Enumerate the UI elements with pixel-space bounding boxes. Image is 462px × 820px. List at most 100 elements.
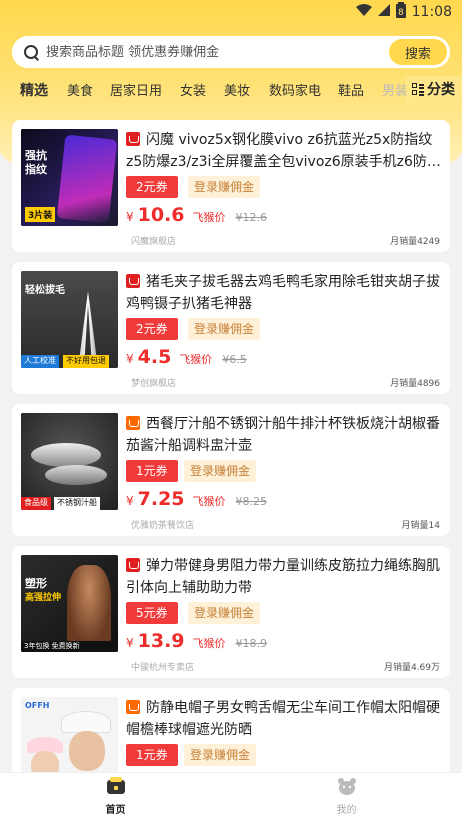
tmall-icon	[126, 274, 140, 288]
thumb-badge: 3年包换 免费换新	[21, 641, 118, 652]
product-title: 弹力带健身男阻力带力量训练皮筋拉力绳练胸肌引体向上辅助助力带	[126, 555, 444, 599]
tab-featured[interactable]: 精选	[20, 80, 48, 100]
profile-icon	[337, 777, 357, 798]
thumb-text: 塑形	[25, 577, 47, 590]
price: 10.6	[137, 204, 185, 226]
price: 13.9	[137, 630, 185, 652]
login-earn-button[interactable]: 登录赚佣金	[188, 318, 261, 340]
taobao-icon	[126, 416, 140, 430]
price-label: 飞猴价	[192, 637, 226, 650]
shop-name: 优雅奶茶餐饮店	[131, 521, 195, 531]
coupon-badge[interactable]: 1元券	[126, 744, 178, 766]
category-button[interactable]: 分类	[406, 76, 462, 102]
login-earn-button[interactable]: 登录赚佣金	[188, 176, 261, 198]
product-title-text: 猪毛夹子拔毛器去鸡毛鸭毛家用除毛钳夹胡子拔鸡鸭镊子扒猪毛神器	[126, 274, 440, 312]
product-card[interactable]: 塑形 高强拉伸 3年包换 免费换新 弹力带健身男阻力带力量训练皮筋拉力绳练胸肌引…	[12, 546, 450, 678]
price-label: 飞猴价	[192, 211, 226, 224]
monthly-sales: 月销量4896	[390, 379, 440, 389]
monthly-sales: 月销量14	[401, 521, 440, 531]
coupon-badge[interactable]: 5元券	[126, 602, 178, 624]
login-earn-button[interactable]: 登录赚佣金	[184, 460, 257, 482]
currency-symbol: ¥	[126, 494, 134, 508]
tab-electronics[interactable]: 数码家电	[269, 80, 321, 99]
thumb-badge: 人工校准	[21, 355, 59, 368]
taobao-icon	[126, 700, 140, 714]
currency-symbol: ¥	[126, 636, 134, 650]
thumb-text: 指纹	[25, 163, 47, 176]
shop-name: 中骏杭州专卖店	[131, 663, 195, 673]
battery-icon: 8	[395, 2, 406, 22]
monthly-sales: 月销量4249	[390, 237, 440, 247]
original-price: ¥18.9	[235, 637, 268, 650]
product-image: 塑形 高强拉伸 3年包换 免费换新	[21, 555, 118, 652]
price-row: ¥ 10.6 飞猴价 ¥12.6	[126, 204, 267, 228]
clock: 11:08	[411, 4, 452, 20]
product-image: 强抗 指纹 3片装	[21, 129, 118, 226]
tab-shoes[interactable]: 鞋品	[338, 80, 364, 99]
thumb-text: 强抗	[25, 149, 47, 162]
coupon-badge[interactable]: 1元券	[126, 460, 178, 482]
tab-womens-clothing[interactable]: 女装	[180, 80, 206, 99]
price-label: 飞猴价	[192, 495, 226, 508]
thumb-badge: 食品级	[21, 497, 51, 510]
signal-icon	[377, 4, 390, 20]
product-title: 西餐厅汁船不锈钢汁船牛排汁杯铁板烧汁胡椒番茄酱汁船调料盅汁壶	[126, 413, 444, 457]
category-label: 分类	[427, 82, 455, 98]
product-image: 轻松拔毛 人工校准 不好用包退	[21, 271, 118, 368]
nav-home-label: 首页	[105, 805, 126, 816]
product-title: 猪毛夹子拔毛器去鸡毛鸭毛家用除毛钳夹胡子拔鸡鸭镊子扒猪毛神器	[126, 271, 444, 315]
price-row: ¥ 4.5 飞猴价 ¥6.5	[126, 346, 247, 370]
product-title-text: 防静电帽子男女鸭舌帽无尘车间工作帽太阳帽硬帽檐棒球帽遮光防晒	[126, 700, 440, 738]
price: 4.5	[137, 346, 172, 368]
thumb-text: 轻松拔毛	[25, 285, 65, 296]
price-row: ¥ 13.9 飞猴价 ¥18.9	[126, 630, 267, 654]
wifi-icon	[355, 4, 372, 20]
tab-mens-clothing[interactable]: 男装	[382, 80, 408, 99]
price: 7.25	[137, 488, 185, 510]
price-label: 飞猴价	[179, 353, 213, 366]
product-title-text: 西餐厅汁船不锈钢汁船牛排汁杯铁板烧汁胡椒番茄酱汁船调料盅汁壶	[126, 416, 440, 454]
thumb-badge: 不锈钢汁船	[54, 497, 100, 510]
product-image: 食品级 不锈钢汁船	[21, 413, 118, 510]
grid-icon	[412, 83, 424, 96]
battery-level: 8	[398, 8, 404, 18]
search-button[interactable]: 搜索	[389, 39, 447, 65]
coupon-badge[interactable]: 2元券	[126, 318, 178, 340]
monthly-sales: 月销量4.69万	[383, 663, 440, 673]
thumb-text: 高强拉伸	[25, 593, 62, 603]
original-price: ¥12.6	[235, 211, 268, 224]
product-card[interactable]: 食品级 不锈钢汁船 西餐厅汁船不锈钢汁船牛排汁杯铁板烧汁胡椒番茄酱汁船调料盅汁壶…	[12, 404, 450, 536]
bottom-nav: 首页 我的	[0, 772, 462, 820]
tab-food[interactable]: 美食	[67, 80, 93, 99]
category-tabs: 精选 美食 居家日用 女装 美妆 数码家电 鞋品 男装	[0, 76, 462, 102]
tab-beauty[interactable]: 美妆	[224, 80, 250, 99]
search-icon	[22, 43, 40, 61]
product-title: 防静电帽子男女鸭舌帽无尘车间工作帽太阳帽硬帽檐棒球帽遮光防晒	[126, 697, 444, 741]
thumb-badge: 3片装	[25, 207, 56, 222]
thumb-text: OFFH	[25, 701, 50, 710]
tab-household[interactable]: 居家日用	[110, 80, 162, 99]
product-card[interactable]: 轻松拔毛 人工校准 不好用包退 猪毛夹子拔毛器去鸡毛鸭毛家用除毛钳夹胡子拔鸡鸭镊…	[12, 262, 450, 394]
coupon-badge[interactable]: 2元券	[126, 176, 178, 198]
nav-home[interactable]: 首页	[0, 773, 231, 820]
shop-name: 闪魔旗舰店	[131, 237, 177, 247]
price-row: ¥ 7.25 飞猴价 ¥8.25	[126, 488, 267, 512]
status-bar: 8 11:08	[0, 0, 462, 24]
product-title-text: 弹力带健身男阻力带力量训练皮筋拉力绳练胸肌引体向上辅助助力带	[126, 558, 440, 596]
original-price: ¥8.25	[235, 495, 268, 508]
currency-symbol: ¥	[126, 210, 134, 224]
shop-name: 梦创旗舰店	[131, 379, 177, 389]
search-bar: 搜索	[12, 36, 450, 68]
product-title: 闪魔 vivoz5x钢化膜vivo z6抗蓝光z5x防指纹z5防爆z3/z3i全…	[126, 129, 444, 173]
product-title-text: 闪魔 vivoz5x钢化膜vivo z6抗蓝光z5x防指纹z5防爆z3/z3i全…	[126, 132, 441, 170]
original-price: ¥6.5	[222, 353, 247, 366]
tmall-icon	[126, 132, 140, 146]
login-earn-button[interactable]: 登录赚佣金	[184, 744, 257, 766]
login-earn-button[interactable]: 登录赚佣金	[188, 602, 261, 624]
currency-symbol: ¥	[126, 352, 134, 366]
search-input[interactable]	[46, 44, 389, 60]
product-card[interactable]: 强抗 指纹 3片装 闪魔 vivoz5x钢化膜vivo z6抗蓝光z5x防指纹z…	[12, 120, 450, 252]
home-icon	[106, 777, 126, 798]
thumb-badge: 不好用包退	[63, 355, 109, 368]
nav-profile[interactable]: 我的	[231, 773, 462, 820]
